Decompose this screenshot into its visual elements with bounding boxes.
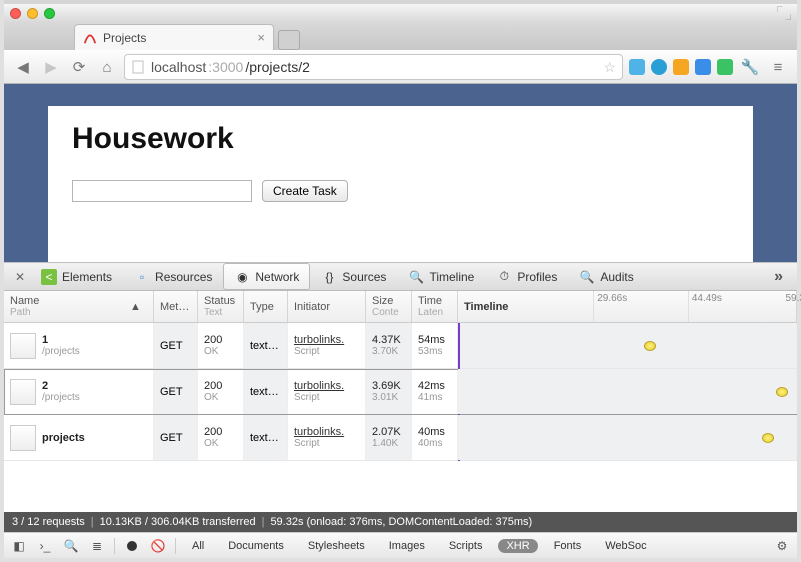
menu-icon[interactable]: ≡ — [767, 56, 789, 78]
window-close-button[interactable] — [10, 8, 21, 19]
timeline-icon: 🔍 — [408, 269, 424, 285]
elements-icon: < — [41, 269, 57, 285]
col-method[interactable]: Met… — [154, 291, 198, 322]
network-row[interactable]: 2/projectsGET200OKtext…turbolinks.Script… — [4, 369, 797, 415]
file-icon — [10, 379, 36, 405]
url-host: localhost — [151, 59, 206, 75]
filter-documents[interactable]: Documents — [220, 539, 292, 553]
devtools-panel: ✕ <Elements ▫Resources ◉Network {}Source… — [4, 262, 797, 558]
audits-icon: 🔍 — [579, 269, 595, 285]
col-initiator[interactable]: Initiator — [288, 291, 366, 322]
network-row[interactable]: projectsGET200OKtext…turbolinks.Script2.… — [4, 415, 797, 461]
col-time[interactable]: TimeLaten — [412, 291, 458, 322]
col-status[interactable]: StatusText — [198, 291, 244, 322]
wrench-icon[interactable]: 🔧 — [739, 56, 761, 78]
file-icon — [10, 333, 36, 359]
address-bar[interactable]: localhost:3000/projects/2 ☆ — [124, 54, 623, 80]
devtools-footer: ◧ ›_ 🔍 ≣ 🚫 All Documents Stylesheets Ima… — [4, 532, 797, 558]
filter-websockets[interactable]: WebSoc — [597, 539, 654, 553]
status-timing: 59.32s (onload: 376ms, DOMContentLoaded:… — [270, 516, 532, 528]
bookmark-star-icon[interactable]: ☆ — [603, 59, 616, 76]
ext-icon-3[interactable] — [673, 59, 689, 75]
network-grid: NamePath▲ Met… StatusText Type Initiator… — [4, 291, 797, 512]
devtools-close-button[interactable]: ✕ — [10, 270, 30, 284]
tab-close-icon[interactable]: × — [257, 30, 265, 45]
ext-icon-4[interactable] — [695, 59, 711, 75]
page-heading: Housework — [72, 122, 729, 156]
page-viewport: Housework Create Task — [4, 84, 797, 262]
filter-scripts[interactable]: Scripts — [441, 539, 491, 553]
tab-elements[interactable]: <Elements — [30, 263, 123, 290]
tab-network[interactable]: ◉Network — [223, 263, 310, 290]
page-icon — [131, 60, 145, 74]
devtools-overflow-button[interactable]: » — [766, 268, 791, 286]
console-icon[interactable]: ›_ — [36, 537, 54, 555]
tab-audits[interactable]: 🔍Audits — [568, 263, 644, 290]
record-icon[interactable] — [123, 537, 141, 555]
extensions: 🔧 ≡ — [629, 56, 789, 78]
ext-icon-1[interactable] — [629, 59, 645, 75]
clear-icon[interactable]: 🚫 — [149, 537, 167, 555]
window-minimize-button[interactable] — [27, 8, 38, 19]
network-status-bar: 3 / 12 requests | 10.13KB / 306.04KB tra… — [4, 512, 797, 532]
page-content: Housework Create Task — [48, 106, 753, 262]
forward-button[interactable]: ▶ — [40, 56, 62, 78]
tab-sources[interactable]: {}Sources — [310, 263, 397, 290]
sources-icon: {} — [321, 269, 337, 285]
settings-gear-icon[interactable]: ⚙ — [773, 537, 791, 555]
browser-toolbar: ◀ ▶ ⟳ ⌂ localhost:3000/projects/2 ☆ 🔧 ≡ — [4, 50, 797, 84]
profiles-icon: ⏱ — [496, 269, 512, 285]
filter-images[interactable]: Images — [381, 539, 433, 553]
tab-title: Projects — [103, 31, 146, 45]
reload-button[interactable]: ⟳ — [68, 56, 90, 78]
status-requests: 3 / 12 requests — [12, 516, 85, 528]
url-port: :3000 — [208, 59, 243, 75]
col-name[interactable]: NamePath▲ — [4, 291, 154, 322]
file-icon — [10, 425, 36, 451]
tab-resources[interactable]: ▫Resources — [123, 263, 223, 290]
dock-icon[interactable]: ◧ — [10, 537, 28, 555]
filter-all[interactable]: All — [184, 539, 212, 553]
filter-xhr[interactable]: XHR — [498, 539, 537, 553]
resources-icon: ▫ — [134, 269, 150, 285]
tab-strip: Projects × — [4, 22, 797, 50]
list-view-icon[interactable]: ≣ — [88, 537, 106, 555]
window-zoom-button[interactable] — [44, 8, 55, 19]
ext-icon-5[interactable] — [717, 59, 733, 75]
back-button[interactable]: ◀ — [12, 56, 34, 78]
expand-icon[interactable] — [777, 6, 791, 20]
status-transferred: 10.13KB / 306.04KB transferred — [100, 516, 256, 528]
devtools-tabbar: ✕ <Elements ▫Resources ◉Network {}Source… — [4, 263, 797, 291]
ext-icon-2[interactable] — [651, 59, 667, 75]
network-row[interactable]: 1/projectsGET200OKtext…turbolinks.Script… — [4, 323, 797, 369]
network-icon: ◉ — [234, 269, 250, 285]
window-titlebar — [4, 0, 797, 22]
tab-profiles[interactable]: ⏱Profiles — [485, 263, 568, 290]
create-task-button[interactable]: Create Task — [262, 180, 348, 202]
filter-fonts[interactable]: Fonts — [546, 539, 590, 553]
col-type[interactable]: Type — [244, 291, 288, 322]
url-path: /projects/2 — [245, 59, 310, 75]
search-icon[interactable]: 🔍 — [62, 537, 80, 555]
browser-tab[interactable]: Projects × — [74, 24, 274, 50]
favicon-icon — [83, 31, 97, 45]
col-timeline[interactable]: Timeline 29.66s 44.49s 59.32s — [458, 291, 797, 322]
home-button[interactable]: ⌂ — [96, 56, 118, 78]
filter-stylesheets[interactable]: Stylesheets — [300, 539, 373, 553]
grid-header: NamePath▲ Met… StatusText Type Initiator… — [4, 291, 797, 323]
new-tab-button[interactable] — [278, 30, 300, 50]
col-size[interactable]: SizeConte — [366, 291, 412, 322]
tab-timeline[interactable]: 🔍Timeline — [397, 263, 485, 290]
task-name-input[interactable] — [72, 180, 252, 202]
